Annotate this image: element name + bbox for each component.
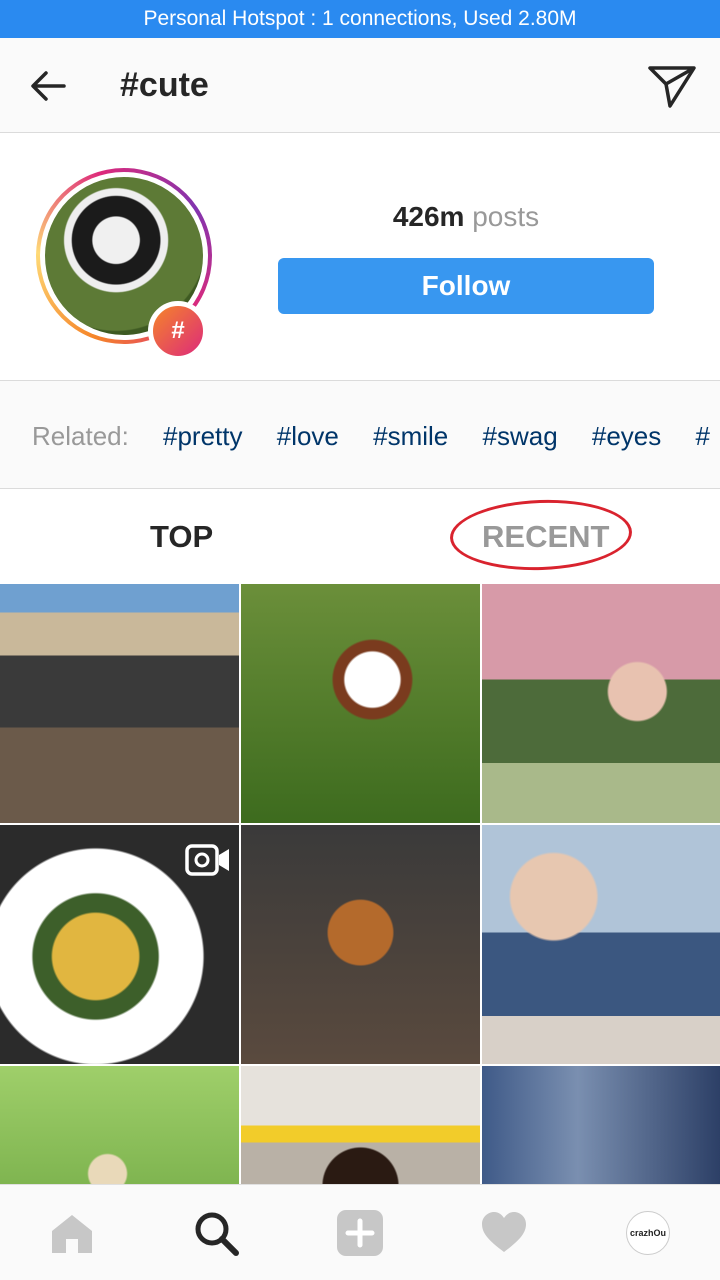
grid-post[interactable] — [0, 584, 239, 823]
feed-tabs: TOP RECENT — [0, 489, 720, 584]
grid-post[interactable] — [482, 1066, 720, 1184]
grid-post[interactable] — [482, 584, 720, 823]
app-bar: #cute — [0, 38, 720, 133]
related-tag[interactable]: #smile — [373, 421, 448, 451]
home-icon[interactable] — [48, 1209, 96, 1257]
grid-post[interactable] — [241, 825, 480, 1064]
tab-top[interactable]: TOP — [150, 519, 213, 555]
grid-post[interactable] — [241, 1066, 480, 1184]
profile-avatar[interactable]: crazhOu — [626, 1211, 670, 1255]
search-icon[interactable] — [192, 1209, 240, 1257]
bottom-navigation: crazhOu — [0, 1184, 720, 1280]
post-count-unit: posts — [472, 201, 540, 232]
related-tag[interactable]: #love — [277, 421, 339, 451]
follow-button[interactable]: Follow — [278, 258, 654, 314]
hashtag-header: # 426m posts Follow — [0, 133, 720, 381]
grid-post[interactable] — [482, 825, 720, 1064]
related-tag[interactable]: #eyes — [592, 421, 661, 451]
video-camera-icon — [185, 844, 229, 876]
heart-icon[interactable] — [480, 1209, 528, 1257]
related-tag[interactable]: # — [696, 421, 710, 451]
related-tags-bar: Related: #pretty #love #smile #swag #eye… — [0, 381, 720, 489]
hashtag-badge-icon: # — [148, 301, 208, 361]
related-label: Related: — [32, 421, 129, 451]
grid-post[interactable] — [0, 1066, 239, 1184]
post-count: 426m posts — [278, 201, 654, 233]
post-grid — [0, 584, 720, 1184]
related-tags-list: #pretty #love #smile #swag #eyes # — [163, 421, 720, 452]
annotation-circle — [448, 496, 634, 574]
paper-plane-icon[interactable] — [646, 62, 698, 110]
page-title: #cute — [120, 66, 209, 104]
arrow-left-icon[interactable] — [26, 64, 70, 108]
grid-post[interactable] — [0, 825, 239, 1064]
add-post-icon[interactable] — [336, 1209, 384, 1257]
related-tag[interactable]: #swag — [483, 421, 558, 451]
grid-post[interactable] — [241, 584, 480, 823]
related-tag[interactable]: #pretty — [163, 421, 243, 451]
post-count-value: 426m — [392, 201, 465, 232]
hotspot-status-bar: Personal Hotspot : 1 connections, Used 2… — [0, 0, 720, 38]
